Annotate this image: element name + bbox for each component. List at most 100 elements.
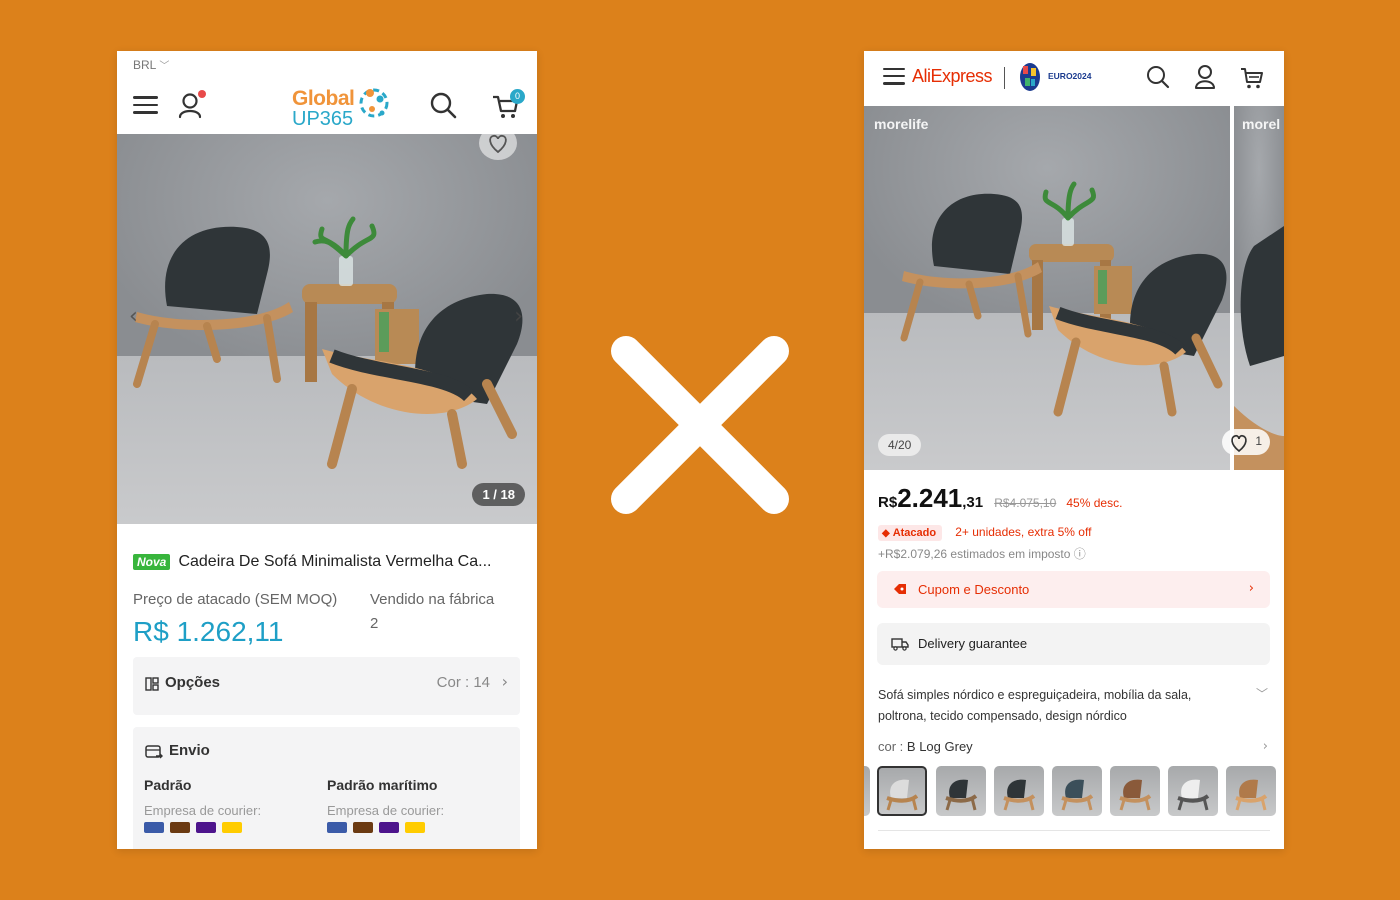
chevron-right-icon: › [1248, 581, 1254, 596]
price-row: R$2.241,31 R$4.075,10 45% desc. [878, 483, 1122, 514]
sold-label: Vendido na fábrica [370, 591, 495, 608]
chevron-down-icon: ﹀ [159, 61, 170, 72]
variant-thumbnail[interactable] [936, 766, 986, 816]
variant-thumbnail[interactable] [1226, 766, 1276, 816]
price-currency: R$ [878, 494, 898, 511]
search-icon[interactable] [429, 91, 457, 119]
fedex-logo-icon [196, 822, 216, 833]
dhl-logo-icon [222, 822, 242, 833]
variant-thumbnail[interactable] [1052, 766, 1102, 816]
shipping-option-name: Padrão [144, 777, 192, 793]
carrier-logos [327, 822, 444, 833]
ups-logo-icon [353, 822, 373, 833]
globalup365-logo[interactable]: Global UP365 [292, 79, 392, 131]
shipping-option-standard[interactable]: Padrão Empresa de courier: [144, 777, 261, 833]
ups-logo-icon [170, 822, 190, 833]
dhl-logo-icon [405, 822, 425, 833]
logo-text-up365: UP365 [292, 108, 354, 130]
carrier-logos [144, 822, 261, 833]
aliexpress-phone-screen: AliExpress EURO2024 morelife 4/20 morel … [864, 51, 1284, 849]
user-account-icon[interactable] [178, 89, 208, 121]
options-value: Cor : 14 [436, 674, 490, 691]
euro2024-logo: EURO2024 [1015, 60, 1093, 94]
cart-icon[interactable] [1240, 66, 1264, 90]
coupon-label: Cupom e Desconto [918, 582, 1030, 597]
chair-thumbnail-icon [886, 779, 919, 811]
color-value: B Log Grey [906, 739, 973, 754]
favorite-button[interactable] [479, 134, 517, 160]
price-label: Preço de atacado (SEM MOQ) [133, 591, 338, 608]
color-selector-label[interactable]: cor : B Log Grey [878, 739, 973, 754]
cart-count-badge: 0 [510, 89, 525, 104]
shipping-icon [145, 745, 163, 759]
wholesale-badge: ◆ Atacado [878, 525, 943, 541]
chevron-right-icon: › [501, 672, 508, 691]
heart-icon [1231, 434, 1247, 453]
original-price: R$4.075,10 [994, 496, 1057, 510]
price-decimal: ,31 [962, 494, 984, 511]
wishlist-count: 1 [1255, 434, 1262, 448]
wholesale-badge-label: Atacado [892, 527, 937, 539]
aliexpress-logo[interactable]: AliExpress [912, 66, 993, 87]
variant-thumbnail[interactable] [1110, 766, 1160, 816]
options-selector[interactable]: Opções Cor : 14 › [133, 657, 520, 715]
currency-label: BRL [133, 58, 157, 72]
product-image-gallery[interactable]: ‹ › 1 / 18 [117, 134, 537, 524]
product-photo [900, 181, 1227, 417]
usps-logo-icon [144, 822, 164, 833]
new-badge: Nova [133, 553, 171, 570]
product-image-gallery[interactable]: morelife 4/20 [864, 106, 1230, 470]
chevron-right-icon[interactable]: › [1263, 739, 1268, 754]
chevron-down-icon[interactable]: ﹀ [1256, 685, 1268, 702]
cart-button[interactable]: 0 [491, 89, 525, 121]
globalup365-phone-screen: BRL ﹀ Global UP365 0 ‹ › 1 / 18 Nova Cad… [117, 51, 537, 849]
options-icon [145, 677, 159, 691]
options-label: Opções [165, 674, 221, 691]
product-price: R$ 1.262,11 [133, 616, 284, 647]
logo-divider [1004, 67, 1005, 89]
tax-estimate: +R$2.079,26 estimados em imposto ⓘ [878, 547, 1086, 561]
brand-watermark: morelife [874, 116, 929, 132]
delivery-label: Delivery guarantee [918, 636, 1028, 651]
variant-thumbnail-selected[interactable] [877, 766, 927, 816]
hamburger-menu-icon[interactable] [133, 96, 158, 114]
variant-thumbnail[interactable] [994, 766, 1044, 816]
heart-icon [489, 134, 507, 154]
shipping-option-name: Padrão marítimo [327, 777, 438, 793]
chevron-left-icon[interactable]: ‹ [129, 304, 138, 329]
hamburger-menu-icon[interactable] [883, 68, 905, 86]
sold-count: 2 [370, 615, 379, 632]
next-product-image[interactable]: morel [1234, 106, 1284, 470]
image-counter: 1 / 18 [472, 483, 525, 506]
wishlist-button[interactable]: 1 [1222, 429, 1270, 455]
divider [878, 830, 1270, 831]
shipping-option-sea[interactable]: Padrão marítimo Empresa de courier: [327, 777, 444, 833]
coupon-tag-icon [894, 584, 906, 594]
coupon-discount-button[interactable]: Cupom e Desconto › [877, 571, 1270, 608]
user-account-icon[interactable] [1194, 64, 1216, 90]
courier-label: Empresa de courier: [144, 803, 262, 818]
product-title: Cadeira De Sofá Minimalista Vermelha Ca.… [178, 552, 492, 570]
search-icon[interactable] [1146, 65, 1170, 89]
variant-thumbnail[interactable] [864, 766, 870, 816]
wholesale-offer: 2+ unidades, extra 5% off [955, 525, 1092, 539]
delivery-guarantee-button[interactable]: Delivery guarantee [877, 623, 1270, 665]
euro-text: EURO2024 [1048, 71, 1092, 81]
globe-icon [359, 88, 389, 118]
x-icon [611, 336, 789, 514]
tag-icon: ◆ [882, 528, 890, 539]
courier-label: Empresa de courier: [327, 803, 445, 818]
price-integer: 2.241 [897, 483, 963, 513]
shipping-label: Envio [169, 742, 210, 759]
currency-selector[interactable]: BRL ﹀ [133, 57, 169, 72]
discount-label: 45% desc. [1066, 496, 1123, 510]
color-variant-thumbnails [864, 766, 1284, 820]
variant-thumbnail[interactable] [1168, 766, 1218, 816]
image-counter: 4/20 [878, 434, 922, 456]
product-photo [133, 216, 523, 469]
product-title-row: Nova Cadeira De Sofá Minimalista Vermelh… [133, 551, 525, 571]
euro-trophy-icon [1020, 63, 1040, 91]
chevron-right-icon[interactable]: › [514, 304, 523, 329]
product-description: Sofá simples nórdico e espreguiçadeira, … [878, 688, 1192, 723]
next-product-photo [1234, 226, 1284, 470]
